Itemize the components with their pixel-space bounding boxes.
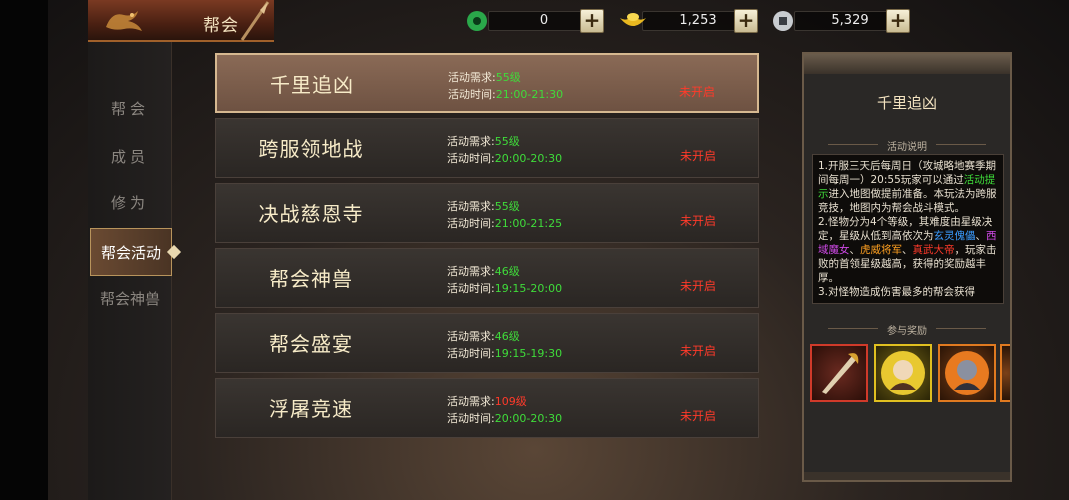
sidebar-item-label: 帮会活动 (100, 244, 161, 262)
sidebar-item-guild[interactable]: 帮会 (88, 86, 172, 132)
event-status: 未开启 (679, 214, 716, 228)
portrait-icon (881, 351, 925, 395)
reward-slot-partial[interactable] (1000, 344, 1010, 402)
event-status: 未开启 (679, 279, 716, 293)
event-requirement: 活动需求:46级 (447, 265, 520, 278)
panel-header-ornament (804, 54, 1010, 74)
detail-panel: 千里追凶 活动说明 1.开服三天后每周日（攻城略地赛季期间每周一）20:55玩家… (802, 52, 1012, 482)
description-label: 活动说明 (804, 138, 1010, 153)
event-row[interactable]: 浮屠竞速 活动需求:109级 活动时间:20:00-20:30 未开启 (215, 378, 759, 438)
event-time: 活动时间:19:15-19:30 (447, 347, 563, 360)
event-row[interactable]: 帮会神兽 活动需求:46级 活动时间:19:15-20:00 未开启 (215, 248, 759, 308)
add-jade-button[interactable]: + (580, 9, 604, 33)
event-row[interactable]: 跨服领地战 活动需求:55级 活动时间:20:00-20:30 未开启 (215, 118, 759, 178)
sidebar-item-guild-beast[interactable]: 帮会神兽 (88, 276, 172, 322)
add-silver-button[interactable]: + (886, 9, 910, 33)
sidebar-item-cultivation[interactable]: 修为 (88, 180, 172, 226)
left-edge (0, 0, 48, 500)
add-gold-button[interactable]: + (734, 9, 758, 33)
event-row[interactable]: 帮会盛宴 活动需求:46级 活动时间:19:15-19:30 未开启 (215, 313, 759, 373)
event-requirement: 活动需求:109级 (447, 395, 527, 408)
event-name: 决战慈恩寺 (258, 202, 364, 226)
event-name: 千里追凶 (270, 73, 354, 97)
event-name: 浮屠竞速 (269, 397, 353, 421)
event-time: 活动时间:19:15-20:00 (447, 282, 563, 295)
spear-icon (240, 1, 270, 41)
event-requirement: 活动需求:55级 (447, 200, 520, 213)
top-bar: 帮会 0 + 1,253 + 5,329 + (0, 0, 1069, 42)
event-requirement: 活动需求:46级 (447, 330, 520, 343)
title-plate (88, 0, 274, 42)
sidebar-item-guild-activities[interactable]: 帮会活动 (90, 228, 182, 276)
event-status: 未开启 (679, 344, 716, 358)
reward-slot[interactable] (810, 344, 868, 402)
event-status: 未开启 (679, 149, 716, 163)
event-requirement: 活动需求:55级 (448, 71, 521, 84)
detail-title: 千里追凶 (876, 94, 937, 112)
sidebar-item-members[interactable]: 成员 (88, 134, 172, 180)
dragon-emblem-icon (106, 11, 142, 31)
event-name: 帮会神兽 (269, 267, 353, 291)
panel-footer-ornament (804, 472, 1010, 480)
reward-slot[interactable] (874, 344, 932, 402)
event-name: 跨服领地战 (258, 137, 364, 161)
event-time: 活动时间:21:00-21:25 (447, 217, 563, 230)
event-name: 帮会盛宴 (269, 332, 353, 356)
event-row[interactable]: 决战慈恩寺 活动需求:55级 活动时间:21:00-21:25 未开启 (215, 183, 759, 243)
reward-label: 参与奖励 (804, 322, 1010, 337)
page-title: 帮会 (203, 16, 239, 36)
reward-slot[interactable] (938, 344, 996, 402)
portrait-icon (945, 351, 989, 395)
event-time: 活动时间:20:00-20:30 (447, 412, 563, 425)
event-status: 未开启 (679, 409, 716, 423)
event-status: 未开启 (678, 85, 715, 99)
event-time: 活动时间:21:00-21:30 (448, 88, 564, 101)
event-time: 活动时间:20:00-20:30 (447, 152, 563, 165)
event-row[interactable]: 千里追凶 活动需求:55级 活动时间:21:00-21:30 未开启 (215, 53, 759, 113)
event-requirement: 活动需求:55级 (447, 135, 520, 148)
description-text[interactable]: 1.开服三天后每周日（攻城略地赛季期间每周一）20:55玩家可以通过活动提示进入… (812, 154, 1004, 304)
weapon-icon (822, 353, 859, 394)
